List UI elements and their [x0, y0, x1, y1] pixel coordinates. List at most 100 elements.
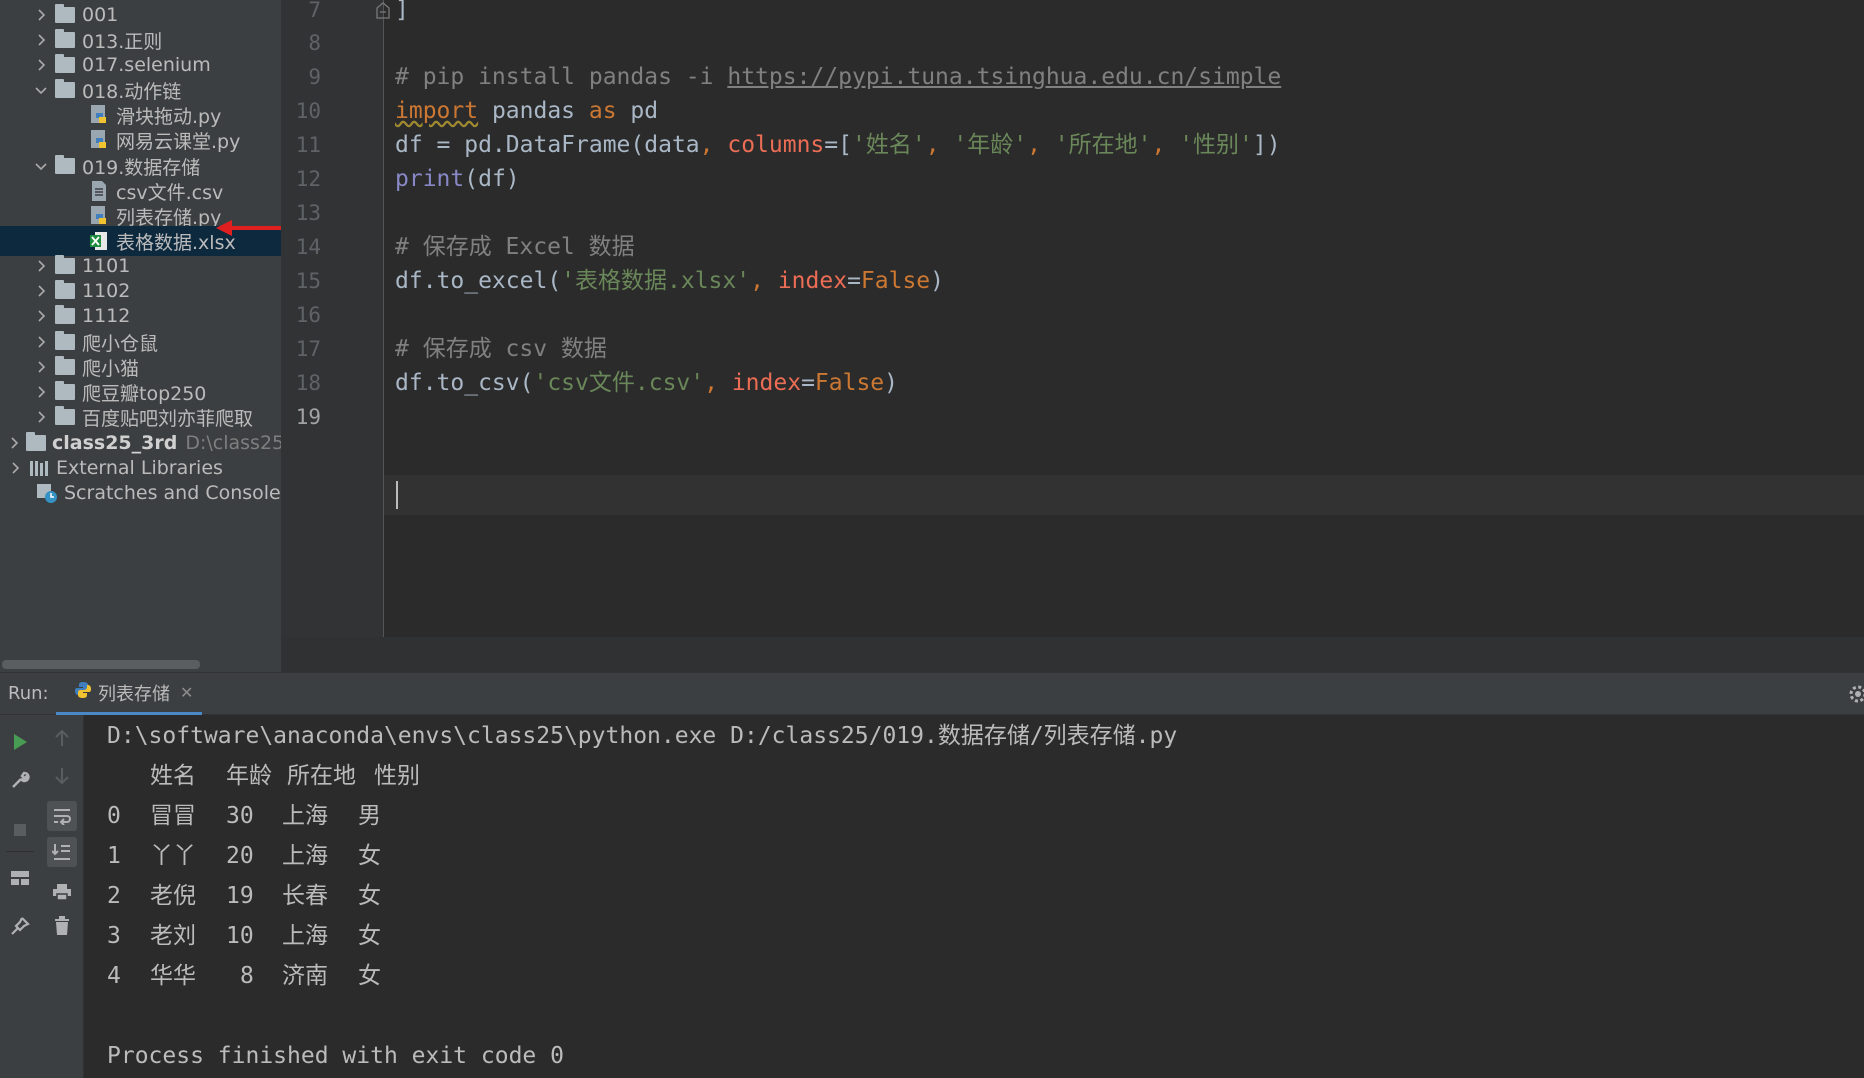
chevron-right-icon[interactable] [34, 280, 48, 302]
code-token: (df) [464, 166, 520, 192]
console-command-line: D:\software\anaconda\envs\class25\python… [107, 723, 1178, 749]
current-line-highlight [384, 475, 1864, 515]
code-punct: , [1151, 132, 1180, 158]
df-index: 4 [107, 963, 121, 989]
run-toolbar-left [0, 715, 40, 1078]
code-string: '年龄' [953, 132, 1028, 158]
print-icon[interactable] [47, 877, 77, 907]
tree-item-label: Scratches and Consoles [64, 482, 281, 504]
project-tree: 001 013.正则 017.selenium 018.动作链 滑块拖动.py … [0, 0, 281, 672]
chevron-right-icon[interactable] [34, 406, 48, 428]
arrow-down-icon[interactable] [47, 761, 77, 791]
df-cell: 30 [226, 803, 254, 829]
wrench-icon[interactable] [5, 765, 35, 795]
soft-wrap-icon[interactable] [47, 801, 77, 831]
pin-icon[interactable] [5, 911, 35, 941]
chevron-right-icon[interactable] [34, 54, 48, 76]
df-cell: 20 [226, 843, 254, 869]
chevron-down-icon[interactable] [34, 79, 48, 101]
code-keyword: as [588, 98, 617, 124]
code-token: df.to_csv( [395, 370, 534, 396]
code-url-link[interactable]: https://pypi.tuna.tsinghua.edu.cn/simple [727, 64, 1281, 90]
code-comment: # 保存成 Excel 数据 [395, 234, 635, 260]
chevron-right-icon[interactable] [8, 457, 22, 479]
fold-marker-icon[interactable] [375, 1, 391, 19]
code-token: = [801, 370, 815, 396]
folder-icon [54, 331, 76, 353]
code-token: pd [616, 98, 659, 124]
df-cell: 上海 [282, 843, 328, 869]
chevron-right-icon[interactable] [8, 432, 20, 454]
chevron-right-icon[interactable] [34, 381, 48, 403]
df-cell: 女 [358, 883, 381, 909]
code-punct: , [1027, 132, 1055, 158]
code-token: ] [395, 0, 409, 23]
code-string: '表格数据.xlsx' [561, 268, 751, 294]
tree-item-label: 1101 [82, 255, 131, 277]
df-cell: 19 [226, 883, 254, 909]
close-icon[interactable]: ✕ [180, 683, 193, 702]
code-token: ) [930, 268, 945, 294]
code-keyword: False [814, 370, 885, 396]
df-index: 2 [107, 883, 121, 909]
df-column-header: 性别 [374, 763, 420, 789]
excel-file-icon [88, 230, 110, 252]
chevron-right-icon[interactable] [34, 305, 48, 327]
folder-icon [54, 4, 76, 26]
folder-icon [54, 305, 76, 327]
chevron-right-icon[interactable] [34, 331, 48, 353]
chevron-down-icon[interactable] [34, 155, 48, 177]
run-tool-window-header: Run: 列表存储 ✕ [0, 672, 1864, 715]
code-line-18[interactable]: df.to_csv('csv文件.csv', index=False) [395, 363, 898, 403]
code-token: df.to_excel( [395, 268, 562, 294]
code-builtin: print [395, 166, 465, 192]
code-string: '所在地' [1054, 132, 1152, 158]
df-cell: 女 [358, 923, 381, 949]
chevron-right-icon[interactable] [34, 29, 48, 51]
code-line-11[interactable]: df = pd.DataFrame(data, columns=['姓名', '… [395, 125, 1281, 165]
scratches-icon [36, 482, 58, 504]
run-tab-label: 列表存储 [98, 683, 170, 705]
folder-icon [54, 29, 76, 51]
folder-icon [26, 432, 46, 454]
console-exit-message: Process finished with exit code 0 [107, 1043, 564, 1069]
df-cell: 上海 [282, 803, 328, 829]
scroll-to-end-icon[interactable] [47, 837, 77, 867]
code-line-15[interactable]: df.to_excel('表格数据.xlsx', index=False) [395, 261, 944, 301]
tree-horizontal-scrollbar[interactable] [2, 660, 200, 669]
df-cell: 女 [358, 963, 381, 989]
folder-icon [54, 381, 76, 403]
trash-icon[interactable] [47, 911, 77, 941]
run-icon[interactable] [5, 727, 35, 757]
df-cell: 女 [358, 843, 381, 869]
run-tab-active[interactable]: 列表存储 ✕ [56, 673, 202, 715]
folder-icon [54, 54, 76, 76]
chevron-right-icon[interactable] [34, 4, 48, 26]
code-line-12[interactable]: print(df) [395, 159, 520, 199]
df-index: 3 [107, 923, 121, 949]
tree-item-label: External Libraries [56, 457, 223, 479]
code-line-7[interactable]: ] [395, 0, 409, 30]
gear-icon[interactable] [1842, 683, 1864, 705]
df-column-header: 姓名 [150, 763, 196, 789]
chevron-right-icon[interactable] [34, 356, 48, 378]
df-cell: 上海 [282, 923, 328, 949]
editor-bottom-area [281, 637, 1864, 672]
code-token: pandas [478, 98, 589, 124]
df-cell: 男 [358, 803, 381, 829]
code-comment: # 保存成 csv 数据 [395, 336, 607, 362]
text-caret [396, 481, 398, 509]
layout-icon[interactable] [5, 863, 35, 893]
tree-item-label: 1102 [82, 280, 131, 302]
chevron-right-icon[interactable] [34, 255, 48, 277]
tree-item-scratches[interactable]: Scratches and Consoles [0, 478, 281, 508]
run-toolbar-right [40, 715, 84, 1078]
df-column-header: 年龄 [226, 763, 272, 789]
arrow-up-icon[interactable] [47, 723, 77, 753]
stop-icon[interactable] [5, 815, 35, 845]
code-param: index [777, 268, 848, 294]
df-cell: 长春 [282, 883, 328, 909]
code-string: '姓名' [851, 132, 926, 158]
code-param: index [731, 370, 802, 396]
tree-item-label: 1112 [82, 305, 131, 327]
